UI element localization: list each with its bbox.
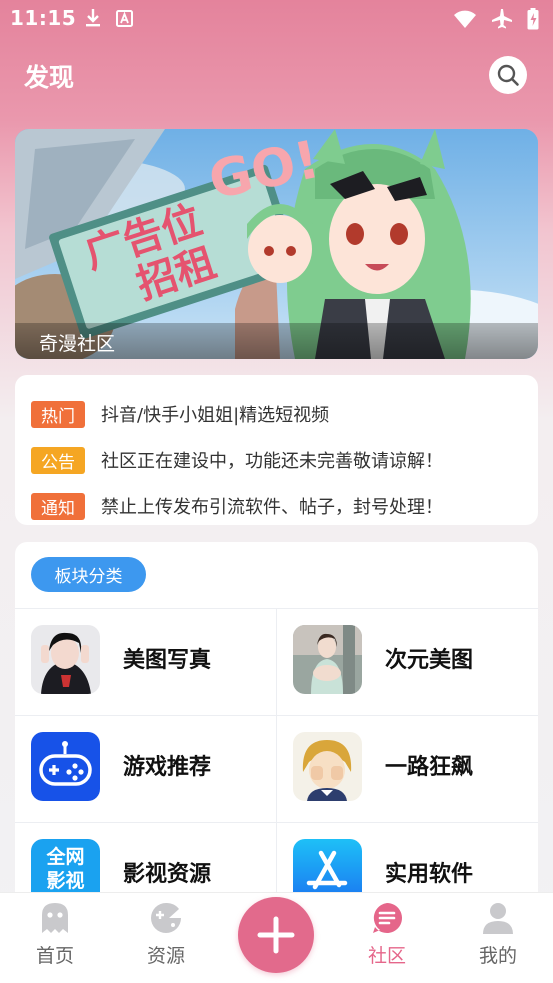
notice-row-hot[interactable]: 热门 抖音/快手小姐姐|精选短视频 [15,391,538,437]
status-bar: 11:15 [0,0,553,38]
text-a-icon [116,9,133,27]
tab-community[interactable]: 社区 [347,901,427,968]
banner-caption: 奇漫社区 [15,323,538,359]
category-grid: 美图写真 次元美图 游戏推荐 一路狂飙 全网 影视 影视资源 实用软件 [15,608,538,930]
battery-icon [527,8,539,30]
anime-photo-thumb [293,625,362,694]
tab-label: 社区 [367,945,406,967]
portrait-photo-thumb [31,625,100,694]
tab-home[interactable]: 首页 [15,901,95,968]
download-icon [86,9,100,27]
category-item-anime[interactable]: 次元美图 [276,609,537,715]
wifi-icon [454,10,476,28]
category-label: 实用软件 [385,862,474,887]
search-icon [497,64,519,86]
banner-carousel[interactable]: 广告位 招租 GO! 奇漫社区 [15,129,538,359]
tab-resources[interactable]: 资源 [126,901,206,968]
ghost-icon [42,903,68,933]
notice-text: 抖音/快手小姐姐|精选短视频 [101,405,330,426]
movie-badge-line1: 全网 [46,846,85,868]
person-icon [483,903,513,934]
notice-text: 禁止上传发布引流软件、帖子，封号处理！ [101,497,443,518]
category-label: 一路狂飙 [385,755,474,780]
notice-tag: 公告 [31,446,85,474]
tab-label: 我的 [478,945,517,967]
airplane-icon [492,9,512,29]
tab-mine[interactable]: 我的 [458,901,538,968]
community-icon [373,903,402,933]
notice-tag: 通知 [31,492,85,520]
gamepad-icon [31,732,100,801]
movie-badge-line2: 影视 [46,870,85,892]
tab-label: 资源 [146,945,185,967]
notice-text: 社区正在建设中，功能还未完善敬请谅解！ [101,451,443,472]
plus-icon [257,916,295,954]
header: 发现 [0,50,553,102]
status-time: 11:15 [10,6,77,30]
notice-card: 热门 抖音/快手小姐姐|精选短视频 公告 社区正在建设中，功能还未完善敬请谅解！… [15,375,538,525]
cartoon-face-thumb [293,732,362,801]
category-section-title: 板块分类 [31,557,146,592]
add-post-button[interactable] [238,897,314,973]
tab-label: 首页 [35,945,74,967]
banner-caption-text: 奇漫社区 [39,333,116,355]
category-label: 影视资源 [123,862,212,887]
category-label: 游戏推荐 [123,755,212,780]
notice-tag: 热门 [31,400,85,428]
category-item-racing[interactable]: 一路狂飙 [276,716,537,822]
notice-row-notification[interactable]: 通知 禁止上传发布引流软件、帖子，封号处理！ [15,483,538,529]
notice-row-announcement[interactable]: 公告 社区正在建设中，功能还未完善敬请谅解！ [15,437,538,483]
page-title: 发现 [24,63,75,92]
category-section: 板块分类 美图写真 次元美图 游戏推荐 一路狂飙 全网 影视 影视资源 实用软件 [15,542,538,942]
category-label: 美图写真 [123,648,212,673]
category-item-photo[interactable]: 美图写真 [15,609,276,715]
category-label: 次元美图 [385,648,474,673]
search-button[interactable] [489,56,527,94]
category-item-games[interactable]: 游戏推荐 [15,716,276,822]
gamepad-round-icon [151,902,181,933]
